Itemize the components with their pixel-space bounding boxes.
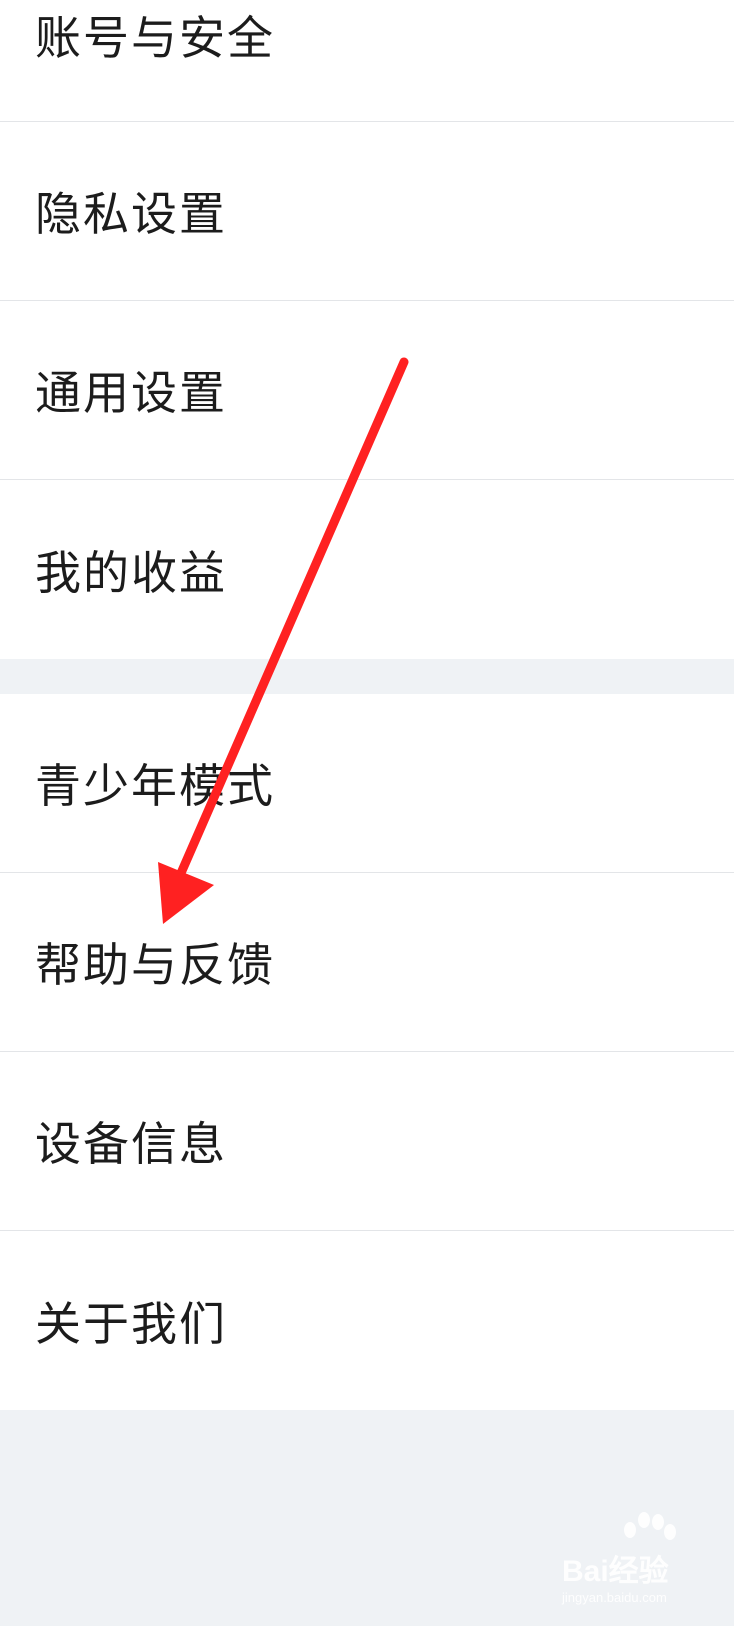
settings-page: 账号与安全 隐私设置 通用设置 我的收益 青少年模式 帮助与反馈 设备信息 关于… [0, 0, 734, 1626]
settings-item-teen-mode[interactable]: 青少年模式 [0, 694, 734, 873]
paw-icon [624, 1512, 676, 1540]
settings-item-help-feedback[interactable]: 帮助与反馈 [0, 873, 734, 1052]
settings-item-account-security[interactable]: 账号与安全 [0, 0, 734, 122]
settings-item-label: 我的收益 [35, 545, 227, 600]
settings-item-label: 隐私设置 [35, 187, 227, 241]
settings-item-device-info[interactable]: 设备信息 [0, 1052, 734, 1231]
watermark-text: Bai经验 [562, 1555, 669, 1588]
settings-item-label: 帮助与反馈 [35, 938, 275, 992]
watermark-url: jingyan.baidu.com [562, 1590, 667, 1605]
settings-item-label: 青少年模式 [35, 759, 275, 813]
settings-item-about-us[interactable]: 关于我们 [0, 1231, 734, 1410]
settings-item-privacy[interactable]: 隐私设置 [0, 122, 734, 301]
settings-item-label: 账号与安全 [35, 11, 275, 65]
settings-item-earnings[interactable]: 我的收益 [0, 480, 734, 659]
settings-group-secondary: 青少年模式 帮助与反馈 设备信息 关于我们 [0, 694, 734, 1410]
settings-item-label: 关于我们 [35, 1296, 227, 1351]
settings-item-label: 设备信息 [35, 1117, 227, 1171]
settings-item-label: 通用设置 [35, 366, 227, 420]
settings-group-primary: 账号与安全 隐私设置 通用设置 我的收益 [0, 0, 734, 659]
watermark-logo: Bai经验 jingyan.baidu.com [562, 1510, 722, 1610]
settings-item-general[interactable]: 通用设置 [0, 301, 734, 480]
